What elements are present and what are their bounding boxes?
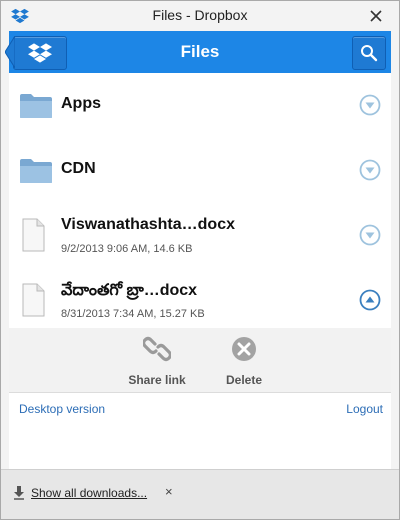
dropbox-window: Files - Dropbox Files Apps CDN Viswanath… <box>0 0 400 520</box>
link-icon <box>141 336 173 362</box>
expand-toggle-icon[interactable] <box>359 224 381 246</box>
file-meta: 9/2/2013 9:06 AM, 14.6 KB <box>61 243 193 255</box>
folder-icon <box>20 94 52 118</box>
collapse-toggle-icon[interactable] <box>359 289 381 311</box>
share-link-button[interactable]: Share link <box>122 336 192 387</box>
show-all-downloads-link[interactable]: Show all downloads... <box>31 486 147 500</box>
file-list: Apps CDN Viswanathashta…docx 9/2/2013 9:… <box>9 73 391 499</box>
logout-link[interactable]: Logout <box>346 402 383 416</box>
downloads-bar: Show all downloads... × <box>1 469 399 519</box>
file-row-document-selected[interactable]: వేదాంతగో బ్రా…docx 8/31/2013 7:34 AM, 15… <box>9 268 391 333</box>
expand-toggle-icon[interactable] <box>359 94 381 116</box>
folder-icon <box>20 159 52 183</box>
search-button[interactable] <box>352 36 386 70</box>
close-window-button[interactable] <box>365 5 387 27</box>
file-name: Apps <box>61 95 101 112</box>
delete-label: Delete <box>225 373 263 387</box>
file-name: Viswanathashta…docx <box>61 216 235 233</box>
desktop-version-link[interactable]: Desktop version <box>19 402 105 416</box>
file-actions-panel: Share link Delete <box>9 328 391 393</box>
file-row-apps[interactable]: Apps <box>9 73 391 139</box>
footer-links: Desktop version Logout <box>9 400 391 420</box>
download-arrow-icon <box>14 486 24 500</box>
file-name: CDN <box>61 160 96 177</box>
document-icon <box>22 283 45 317</box>
page-title: Files <box>180 42 220 61</box>
expand-toggle-icon[interactable] <box>359 159 381 181</box>
close-downloads-button[interactable]: × <box>165 484 173 499</box>
file-name: వేదాంతగో బ్రా…docx <box>61 282 198 299</box>
delete-icon <box>232 337 256 361</box>
delete-button[interactable]: Delete <box>209 336 279 387</box>
window-title: Files - Dropbox <box>152 7 248 23</box>
file-row-cdn[interactable]: CDN <box>9 138 391 204</box>
file-meta: 8/31/2013 7:34 AM, 15.27 KB <box>61 308 205 320</box>
title-bar: Files - Dropbox <box>1 1 399 31</box>
share-link-label: Share link <box>128 373 186 387</box>
file-row-document[interactable]: Viswanathashta…docx 9/2/2013 9:06 AM, 14… <box>9 203 391 269</box>
document-icon <box>22 218 45 252</box>
search-icon <box>361 45 378 62</box>
close-icon <box>370 10 382 22</box>
files-header: Files <box>5 31 391 73</box>
